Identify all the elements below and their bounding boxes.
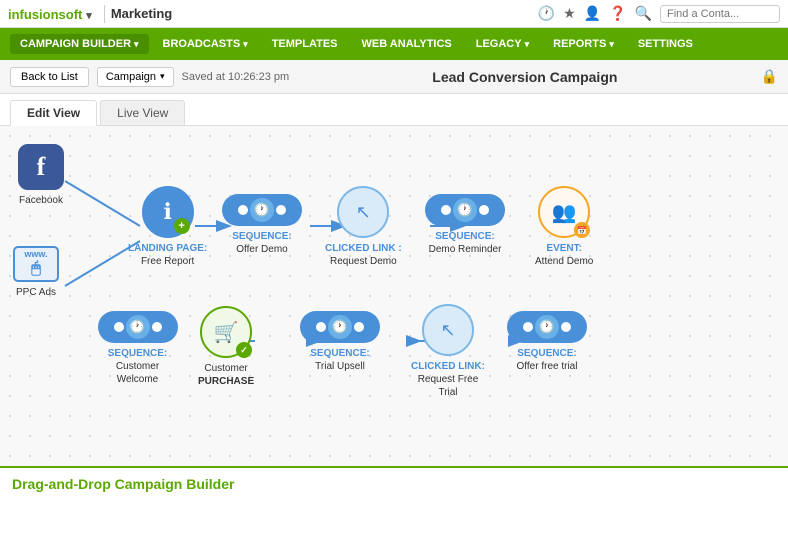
tab-live-view[interactable]: Live View	[100, 100, 185, 125]
clock-icon-free: 🕐	[535, 315, 559, 339]
purchase-icon: 🛒 ✓	[200, 306, 252, 358]
campaign-title: Lead Conversion Campaign	[432, 69, 617, 85]
top-bar: infusionsoft ▾ Marketing 🕐 ★ 👤 ❓ 🔍	[0, 0, 788, 28]
customer-purchase-label: Customer PURCHASE	[198, 362, 254, 388]
event-badge: 📅	[574, 222, 590, 238]
sequence-customer-welcome-icon: 🕐	[98, 311, 178, 343]
facebook-icon: f	[18, 144, 64, 190]
event-attend-demo-node[interactable]: 👥 📅 EVENT: Attend Demo	[535, 186, 593, 268]
nav-bar: CAMPAIGN BUILDER BROADCASTS TEMPLATES WE…	[0, 28, 788, 60]
help-icon: ❓	[609, 5, 626, 22]
search-icon: 🔍	[635, 5, 652, 22]
sequence-offer-free-trial-node[interactable]: 🕐 SEQUENCE: Offer free trial	[507, 311, 587, 373]
toolbar: Back to List Campaign Saved at 10:26:23 …	[0, 60, 788, 94]
ppc-node[interactable]: www. 🖱 PPC Ads	[13, 246, 59, 299]
clock-icon-trial: 🕐	[328, 315, 352, 339]
clicked-link-label: CLICKED LINK : Request Demo	[325, 242, 402, 268]
sequence-offer-demo-node[interactable]: 🕐 SEQUENCE: Offer Demo	[222, 194, 302, 256]
event-attend-demo-label: EVENT: Attend Demo	[535, 242, 593, 268]
star-icon: ★	[563, 5, 576, 22]
facebook-label: Facebook	[19, 194, 63, 207]
clicked-link-free-trial-node[interactable]: ↖ CLICKED LINK: Request Free Trial	[408, 304, 488, 399]
bottom-title: Drag-and-Drop Campaign Builder	[12, 476, 776, 492]
nav-broadcasts[interactable]: BROADCASTS	[153, 34, 258, 54]
tab-edit-view[interactable]: Edit View	[10, 100, 97, 126]
top-nav-item[interactable]: Marketing	[111, 6, 172, 21]
clock-icon: 🕐	[538, 5, 555, 22]
clock-icon-welcome: 🕐	[126, 315, 150, 339]
event-icon: 👥 📅	[538, 186, 590, 238]
user-icon: 👤	[584, 5, 601, 22]
nav-reports[interactable]: REPORTS	[543, 34, 624, 54]
saved-status: Saved at 10:26:23 pm	[182, 71, 290, 83]
divider	[104, 5, 105, 23]
sequence-customer-welcome-label: SEQUENCE: Customer Welcome	[95, 347, 180, 386]
clicked-link-request-demo-node[interactable]: ↖ CLICKED LINK : Request Demo	[325, 186, 402, 268]
sequence-trial-upsell-label: SEQUENCE: Trial Upsell	[310, 347, 369, 373]
nav-settings[interactable]: SETTINGS	[628, 34, 703, 54]
app-logo[interactable]: infusionsoft ▾	[8, 6, 92, 22]
landing-page-label: LANDING PAGE: Free Report	[128, 242, 207, 268]
customer-purchase-node[interactable]: 🛒 ✓ Customer PURCHASE	[198, 306, 254, 388]
campaign-dropdown-button[interactable]: Campaign	[97, 67, 174, 87]
ppc-label: PPC Ads	[16, 286, 56, 299]
nav-campaign-builder[interactable]: CAMPAIGN BUILDER	[10, 34, 149, 54]
sequence-trial-upsell-node[interactable]: 🕐 SEQUENCE: Trial Upsell	[300, 311, 380, 373]
clock-icon-demo: 🕐	[453, 198, 477, 222]
sequence-offer-free-trial-icon: 🕐	[507, 311, 587, 343]
sequence-offer-free-trial-label: SEQUENCE: Offer free trial	[517, 347, 578, 373]
sequence-offer-demo-icon: 🕐	[222, 194, 302, 226]
campaign-canvas: f Facebook www. 🖱 PPC Ads ℹ + LANDING PA…	[0, 126, 788, 466]
top-bar-right: 🕐 ★ 👤 ❓ 🔍	[538, 5, 780, 23]
landing-page-node[interactable]: ℹ + LANDING PAGE: Free Report	[128, 186, 207, 268]
sequence-customer-welcome-node[interactable]: 🕐 SEQUENCE: Customer Welcome	[95, 311, 180, 386]
clock-icon-offer: 🕐	[250, 198, 274, 222]
sequence-trial-upsell-icon: 🕐	[300, 311, 380, 343]
landing-page-badge: +	[174, 218, 190, 234]
ppc-icon: www. 🖱	[13, 246, 59, 282]
sequence-demo-reminder-node[interactable]: 🕐 SEQUENCE: Demo Reminder	[425, 194, 505, 256]
sequence-offer-demo-label: SEQUENCE: Offer Demo	[232, 230, 291, 256]
tabs: Edit View Live View	[0, 94, 788, 126]
nav-legacy[interactable]: LEGACY	[466, 34, 539, 54]
clicked-link-icon: ↖	[337, 186, 389, 238]
landing-page-icon: ℹ +	[142, 186, 194, 238]
sequence-demo-reminder-label: SEQUENCE: Demo Reminder	[429, 230, 502, 256]
clicked-link-free-trial-label: CLICKED LINK: Request Free Trial	[408, 360, 488, 399]
bottom-bar: Drag-and-Drop Campaign Builder	[0, 466, 788, 500]
lock-icon: 🔒	[761, 68, 778, 85]
search-input[interactable]	[660, 5, 780, 23]
back-to-list-button[interactable]: Back to List	[10, 67, 89, 87]
nav-templates[interactable]: TEMPLATES	[262, 34, 348, 54]
clicked-link-free-trial-icon: ↖	[422, 304, 474, 356]
nav-web-analytics[interactable]: WEB ANALYTICS	[352, 34, 462, 54]
sequence-demo-reminder-icon: 🕐	[425, 194, 505, 226]
purchase-badge: ✓	[236, 342, 252, 358]
facebook-node[interactable]: f Facebook	[18, 144, 64, 207]
